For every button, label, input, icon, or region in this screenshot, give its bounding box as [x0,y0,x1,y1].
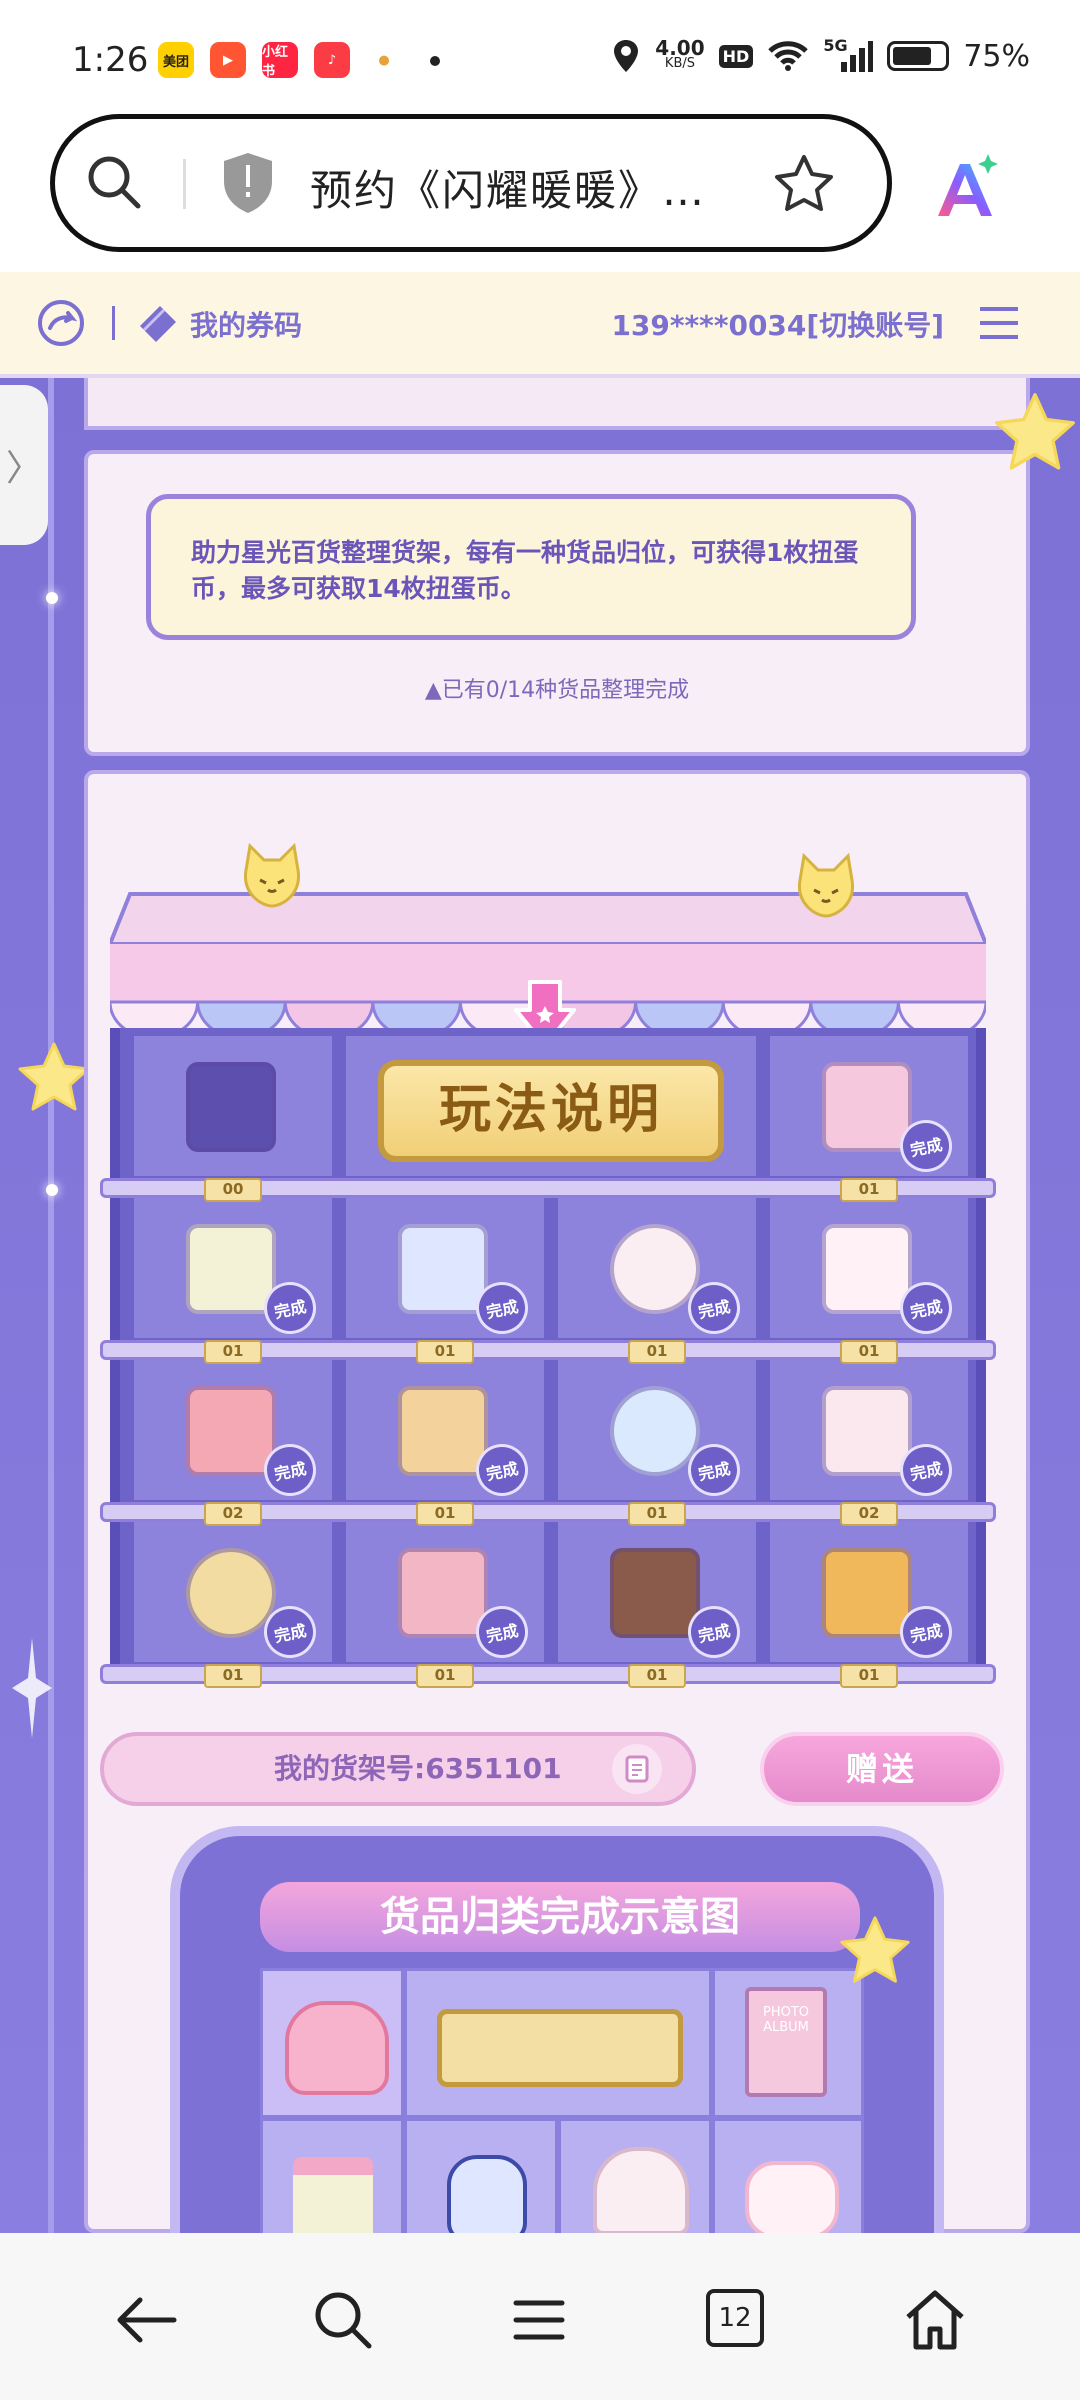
ticket-icon[interactable] [136,302,180,342]
flower-basket-icon [293,2157,373,2245]
back-circle-icon[interactable] [36,298,86,348]
network-speed: 4.00 KB/S [655,36,705,71]
chevron-right-icon[interactable]: 〉 [6,439,42,491]
quantity-tag: 00 [204,1178,262,1202]
more-notifications-icon [430,56,440,66]
perfume-icon [447,2155,527,2243]
quantity-tag: 01 [416,1664,474,1688]
progress-text: ▲已有0/14种货品整理完成 [424,678,690,703]
demo-title: 货品归类完成示意图 [260,1882,860,1952]
account-switch-link[interactable]: 139****0034[切换账号] [611,304,944,344]
quantity-tag: 01 [628,1502,686,1526]
app-icon: ● [366,42,402,78]
photo-album-icon: PHOTO ALBUM [745,1987,827,2097]
back-arrow-icon[interactable] [112,2285,182,2355]
my-coupons-link[interactable]: 我的券码 [190,304,302,344]
status-indicators: 4.00 KB/S HD 5G 75% [611,36,1030,74]
search-icon[interactable] [308,2285,378,2355]
quantity-tag: 01 [628,1664,686,1688]
copy-button[interactable] [612,1744,662,1794]
demo-illustration: 货品归类完成示意图 PHOTO ALBUM [170,1826,944,2268]
quantity-tag: 01 [416,1502,474,1526]
notice-panel: 助力星光百货整理货架，每有一种货品归位，可获得1枚扭蛋币，最多可获取14枚扭蛋币… [84,450,1030,756]
quantity-tag: 01 [840,1340,898,1364]
quantity-tag: 01 [840,1178,898,1202]
left-rail-dot [46,592,58,604]
how-to-play-button[interactable]: 玩法说明 [378,1060,724,1162]
tabs-button[interactable]: 12 [706,2289,764,2347]
milk-carton-icon[interactable] [822,1386,912,1476]
quantity-tag: 01 [204,1340,262,1364]
video-icon: ▶ [210,42,246,78]
status-time: 1:26 [72,40,149,80]
search-icon[interactable] [85,153,145,213]
camera-icon[interactable] [822,1548,912,1638]
quantity-tag: 02 [840,1502,898,1526]
tabs-count: 12 [718,2303,752,2333]
quantity-tag: 01 [840,1664,898,1688]
blank-sign [437,2009,683,2087]
quantity-tag: 01 [204,1664,262,1688]
suitcase-icon[interactable] [398,1386,488,1476]
menu-icon[interactable] [504,2285,574,2355]
cat-ornament-icon [244,842,300,908]
cat-ornament-icon [798,852,854,918]
flower-basket-icon[interactable] [186,1224,276,1314]
star-icon [995,393,1075,470]
quantity-tag: 01 [416,1340,474,1364]
side-drawer-handle[interactable]: 〉 [0,385,48,545]
shelf-number: 我的货架号:6351101 [100,1732,696,1806]
star-icon [840,1916,910,1983]
seashell-icon [593,2147,689,2235]
left-rail-dot [46,1184,58,1196]
browser-bottom-nav: 12 [0,2233,1080,2400]
shield-icon[interactable] [220,151,276,215]
left-rail [48,378,54,2233]
crystal-ball-icon[interactable] [610,1386,700,1476]
backpack-icon[interactable] [186,1062,276,1152]
quantity-tag: 02 [204,1502,262,1526]
pink-cap-icon[interactable] [186,1386,276,1476]
divider [183,159,186,209]
quantity-tag: 01 [628,1340,686,1364]
demo-cell-photo-album: PHOTO ALBUM [712,1968,864,2118]
photo-album-icon[interactable] [822,1062,912,1152]
sparkle-icon [12,1638,52,1738]
demo-cell-backpack [260,1968,404,2118]
hd-badge: HD [718,44,754,68]
star-icon[interactable] [773,153,835,215]
ai-assistant-icon[interactable] [930,150,1004,224]
wifi-icon [768,41,809,71]
meituan-icon: 美团 [158,42,194,78]
bunny-mug-icon[interactable] [822,1224,912,1314]
backpack-icon [285,2001,389,2095]
seashell-icon[interactable] [610,1224,700,1314]
divider [112,306,115,340]
bunny-mug-icon [745,2161,839,2239]
xiaohongshu-icon: 小红书 [262,42,298,79]
copy-icon[interactable] [624,1754,650,1784]
nikki-palette-icon[interactable] [398,1548,488,1638]
menu-icon[interactable] [978,304,1020,342]
moon-pillow-icon[interactable] [186,1548,276,1638]
demo-cell-sign [404,1968,712,2118]
gift-button[interactable]: 赠送 [760,1732,1004,1806]
signal-icon: 5G [823,36,874,72]
battery-percent: 75% [963,38,1030,74]
page-header: 我的券码 139****0034[切换账号] [0,272,1080,378]
perfume-bottle-icon[interactable] [398,1224,488,1314]
page-title[interactable]: 预约《闪耀暖暖》… [310,157,706,218]
location-icon [614,40,639,72]
demo-grid: PHOTO ALBUM [260,1968,864,2268]
status-bar: 1:26 美团 ▶ 小红书 ♪ ● 4.00 KB/S HD 5G 75% [0,0,1080,110]
home-icon[interactable] [900,2285,970,2355]
cake-slice-icon[interactable] [610,1548,700,1638]
top-frame [84,378,1030,430]
music-icon: ♪ [314,42,350,78]
battery-icon [887,41,950,71]
star-icon [18,1042,90,1111]
rules-notice: 助力星光百货整理货架，每有一种货品归位，可获得1枚扭蛋币，最多可获取14枚扭蛋币… [146,494,916,640]
address-bar[interactable]: 预约《闪耀暖暖》… [50,114,892,252]
